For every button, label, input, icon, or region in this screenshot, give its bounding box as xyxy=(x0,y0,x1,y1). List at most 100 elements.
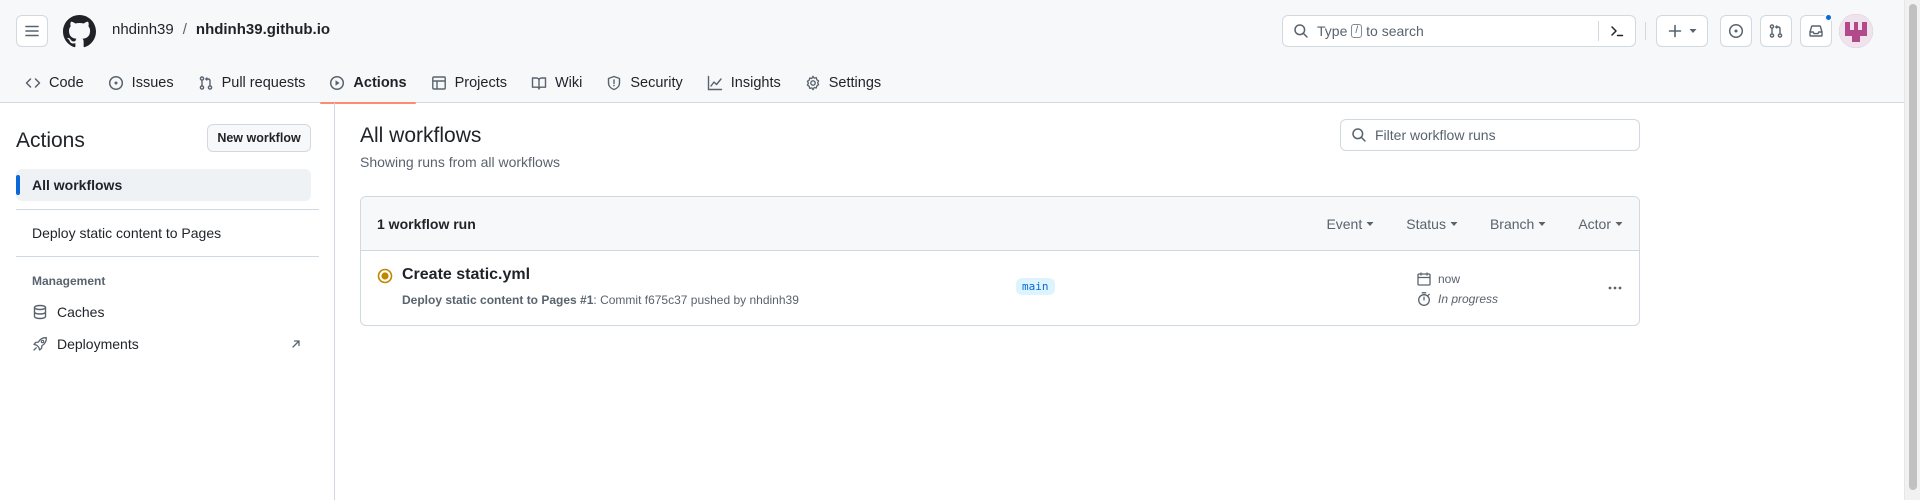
sidebar-item-label: All workflows xyxy=(32,177,123,193)
page-title: All workflows xyxy=(360,124,482,147)
issues-button[interactable] xyxy=(1720,15,1752,47)
search-placeholder-suffix: to search xyxy=(1366,23,1424,39)
tab-insights[interactable]: Insights xyxy=(698,62,790,103)
tab-code[interactable]: Code xyxy=(16,62,93,103)
issue-opened-icon xyxy=(108,75,123,90)
run-workflow-name: Deploy static content to Pages xyxy=(402,293,577,307)
tab-security[interactable]: Security xyxy=(597,62,691,103)
actions-sidebar: Actions New workflow All workflows Deplo… xyxy=(0,103,335,500)
calendar-icon xyxy=(1417,272,1431,286)
table-icon xyxy=(431,75,446,90)
repo-owner-link[interactable]: nhdinh39 xyxy=(112,21,174,38)
branch-label[interactable]: main xyxy=(1016,278,1055,295)
breadcrumb: nhdinh39 / nhdinh39.github.io xyxy=(112,21,330,38)
tab-label: Actions xyxy=(353,74,407,91)
hamburger-icon xyxy=(25,25,39,37)
filter-label: Status xyxy=(1406,215,1446,232)
external-link-arrow-icon xyxy=(292,340,300,348)
status-filter-dropdown[interactable]: Status xyxy=(1406,216,1458,232)
tab-pull-requests[interactable]: Pull requests xyxy=(189,62,315,103)
sidebar-item-label: Deployments xyxy=(57,336,139,352)
page-subtitle: Showing runs from all workflows xyxy=(360,154,560,170)
avatar[interactable] xyxy=(1839,14,1873,48)
search-icon xyxy=(1352,128,1366,142)
table-row[interactable]: Create static.yml Deploy static content … xyxy=(361,251,1639,325)
run-duration: In progress xyxy=(1416,291,1498,307)
terminal-icon xyxy=(1611,26,1624,37)
branch-filter-dropdown[interactable]: Branch xyxy=(1490,216,1546,232)
app-header: nhdinh39 / nhdinh39.github.io Type / to … xyxy=(0,0,1904,104)
filter-label: Event xyxy=(1326,215,1363,232)
graph-icon xyxy=(707,75,722,90)
git-pull-request-icon xyxy=(199,75,212,90)
tab-settings[interactable]: Settings xyxy=(796,62,890,103)
tab-wiki[interactable]: Wiki xyxy=(522,62,591,103)
plus-icon xyxy=(1668,24,1682,38)
filter-label: Branch xyxy=(1489,215,1535,232)
workflow-runs-table: 1 workflow run Event Status Branch Actor… xyxy=(360,196,1640,326)
triangle-down-icon xyxy=(1450,221,1458,226)
command-palette-button[interactable] xyxy=(1598,21,1625,41)
git-pull-request-icon xyxy=(1769,24,1783,38)
header-divider xyxy=(1645,22,1646,40)
sidebar-item-deploy-static-content[interactable]: Deploy static content to Pages xyxy=(16,217,311,249)
tab-actions[interactable]: Actions xyxy=(320,62,416,104)
create-new-button[interactable] xyxy=(1656,15,1708,47)
book-icon xyxy=(531,76,547,90)
in-progress-status-icon xyxy=(377,268,393,284)
triangle-down-icon xyxy=(1538,221,1546,226)
tab-issues[interactable]: Issues xyxy=(99,62,183,103)
run-options-button[interactable] xyxy=(1603,276,1627,300)
run-commit-info: : Commit f675c37 pushed by nhdinh39 xyxy=(593,293,799,307)
filter-workflow-runs-input[interactable]: Filter workflow runs xyxy=(1340,119,1640,151)
tab-label: Wiki xyxy=(554,74,583,91)
event-filter-dropdown[interactable]: Event xyxy=(1326,216,1374,232)
vertical-scrollbar[interactable] xyxy=(1904,0,1920,500)
run-time-label: now xyxy=(1438,272,1461,286)
notification-indicator xyxy=(1824,13,1833,22)
tab-label: Issues xyxy=(131,74,174,91)
search-shortcut-key: / xyxy=(1351,24,1363,38)
issue-opened-icon xyxy=(1728,23,1744,39)
database-icon xyxy=(33,304,47,320)
repo-nav-tabs: Code Issues Pull requests Actions Projec… xyxy=(16,62,896,104)
shield-icon xyxy=(608,75,621,90)
search-placeholder-prefix: Type xyxy=(1317,23,1348,39)
run-title-link[interactable]: Create static.yml xyxy=(402,266,530,284)
management-heading: Management xyxy=(32,274,106,288)
rocket-icon xyxy=(33,337,47,351)
user-avatar-icon xyxy=(1839,14,1873,48)
sidebar-item-all-workflows[interactable]: All workflows xyxy=(16,169,311,201)
scrollbar-thumb[interactable] xyxy=(1909,4,1917,490)
inbox-icon xyxy=(1809,25,1823,37)
pull-requests-button[interactable] xyxy=(1760,15,1792,47)
tab-label: Insights xyxy=(730,74,781,91)
actor-filter-dropdown[interactable]: Actor xyxy=(1578,216,1623,232)
sidebar-item-deployments[interactable]: Deployments xyxy=(32,336,302,352)
workflow-runs-header: 1 workflow run Event Status Branch Actor xyxy=(361,197,1639,251)
runs-count: 1 workflow run xyxy=(377,215,476,232)
github-logo-icon[interactable] xyxy=(63,15,96,48)
search-input[interactable]: Type / to search xyxy=(1282,15,1636,47)
kebab-horizontal-icon xyxy=(1608,286,1622,290)
tab-label: Projects xyxy=(454,74,507,91)
repo-name-link[interactable]: nhdinh39.github.io xyxy=(196,21,330,38)
breadcrumb-separator: / xyxy=(182,21,187,38)
tab-label: Security xyxy=(630,74,683,91)
run-meta: Deploy static content to Pages #1: Commi… xyxy=(402,293,799,307)
sidebar-title: Actions xyxy=(16,129,85,152)
new-workflow-button[interactable]: New workflow xyxy=(207,124,311,152)
play-icon xyxy=(330,75,345,90)
triangle-down-icon xyxy=(1615,221,1623,226)
triangle-down-icon xyxy=(1366,221,1374,226)
run-number: #1 xyxy=(580,293,594,307)
run-time: now xyxy=(1416,271,1460,287)
sidebar-divider xyxy=(16,256,319,257)
menu-button[interactable] xyxy=(16,15,48,47)
gear-icon xyxy=(806,75,819,90)
tab-projects[interactable]: Projects xyxy=(422,62,516,103)
tab-label: Code xyxy=(49,74,84,91)
sidebar-divider xyxy=(16,209,319,210)
tab-label: Settings xyxy=(828,74,882,91)
sidebar-item-caches[interactable]: Caches xyxy=(32,304,302,320)
